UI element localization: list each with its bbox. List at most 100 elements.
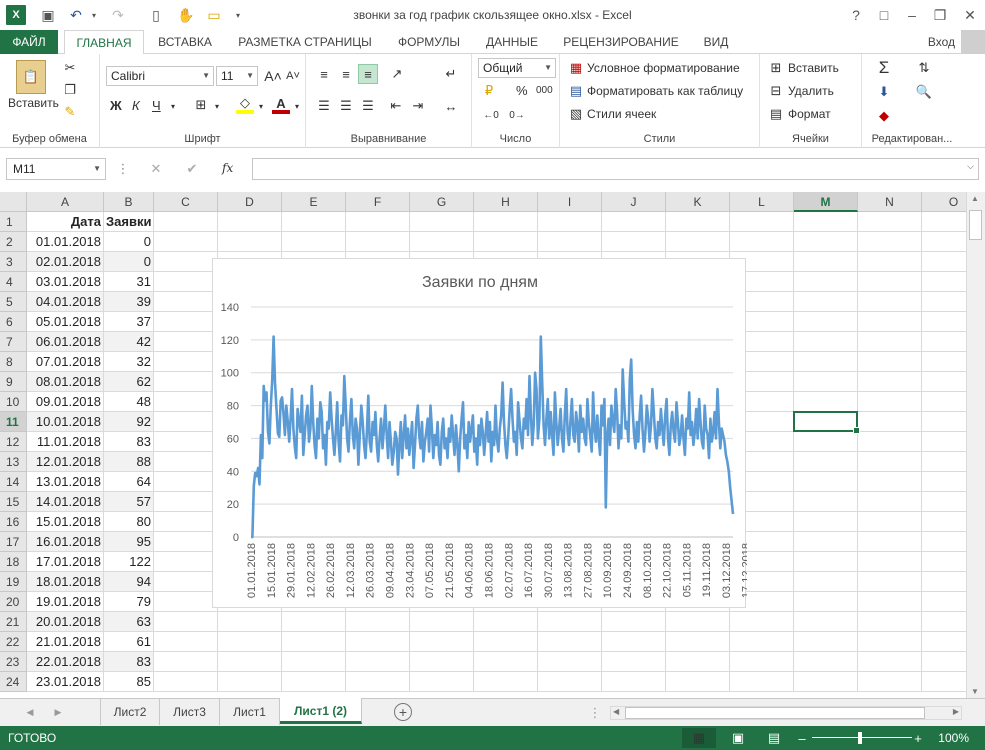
cell-b7[interactable]: 42	[104, 332, 154, 352]
zoom-level[interactable]: 100%	[938, 731, 969, 745]
align-top-icon[interactable]: ≡	[314, 64, 334, 84]
cell-h21[interactable]	[474, 612, 538, 632]
orientation-icon[interactable]: ↗	[386, 64, 408, 84]
cell-n10[interactable]	[858, 392, 922, 412]
column-header-k[interactable]: K	[666, 192, 730, 212]
cell-a15[interactable]: 14.01.2018	[27, 492, 104, 512]
tab-view[interactable]: ВИД	[694, 30, 738, 54]
borders-icon[interactable]: ⊞	[192, 96, 210, 114]
cell-m18[interactable]	[794, 552, 858, 572]
row-header[interactable]: 17	[0, 532, 27, 552]
cell-e2[interactable]	[282, 232, 346, 252]
row-header[interactable]: 9	[0, 372, 27, 392]
row-header[interactable]: 15	[0, 492, 27, 512]
cell-f2[interactable]	[346, 232, 410, 252]
prev-sheet-icon[interactable]: ◀	[24, 704, 36, 720]
cell-b22[interactable]: 61	[104, 632, 154, 652]
cell-o7[interactable]	[922, 332, 966, 352]
cell-n23[interactable]	[858, 652, 922, 672]
cell-i22[interactable]	[538, 632, 602, 652]
cell-a16[interactable]: 15.01.2018	[27, 512, 104, 532]
cell-m6[interactable]	[794, 312, 858, 332]
font-color-icon[interactable]: A	[272, 96, 290, 114]
cell-g2[interactable]	[410, 232, 474, 252]
zoom-in-icon[interactable]: +	[912, 728, 924, 748]
column-header-l[interactable]: L	[730, 192, 794, 212]
copy-icon[interactable]: ❐	[62, 82, 78, 98]
row-header[interactable]: 20	[0, 592, 27, 612]
cell-a21[interactable]: 20.01.2018	[27, 612, 104, 632]
row-header[interactable]: 21	[0, 612, 27, 632]
cell-l21[interactable]	[730, 612, 794, 632]
cell-b14[interactable]: 64	[104, 472, 154, 492]
sheet-tab-list1-copy[interactable]: Лист1 (2)	[280, 698, 362, 724]
minimize-icon[interactable]: –	[898, 4, 926, 26]
row-header[interactable]: 1	[0, 212, 27, 232]
cell-a20[interactable]: 19.01.2018	[27, 592, 104, 612]
cell-m14[interactable]	[794, 472, 858, 492]
row-header[interactable]: 22	[0, 632, 27, 652]
row-header[interactable]: 13	[0, 452, 27, 472]
column-header-i[interactable]: I	[538, 192, 602, 212]
conditional-format-button[interactable]: Условное форматирование	[587, 61, 740, 75]
cell-c21[interactable]	[154, 612, 218, 632]
cell-n12[interactable]	[858, 432, 922, 452]
cell-e22[interactable]	[282, 632, 346, 652]
page-break-view-icon[interactable]: ▤	[764, 728, 784, 748]
cell-n1[interactable]	[858, 212, 922, 232]
cell-o9[interactable]	[922, 372, 966, 392]
cell-b17[interactable]: 95	[104, 532, 154, 552]
column-header-b[interactable]: B	[104, 192, 154, 212]
cell-m23[interactable]	[794, 652, 858, 672]
cell-a5[interactable]: 04.01.2018	[27, 292, 104, 312]
chart[interactable]: Заявки по дням 0 20 40 60 80 100 120 140 01.01.…	[212, 258, 747, 608]
cell-m4[interactable]	[794, 272, 858, 292]
ribbon-options-icon[interactable]: □	[870, 4, 898, 26]
cell-n18[interactable]	[858, 552, 922, 572]
cell-n4[interactable]	[858, 272, 922, 292]
clear-icon[interactable]: ◆	[874, 106, 894, 126]
cell-o14[interactable]	[922, 472, 966, 492]
restore-icon[interactable]: ❐	[926, 4, 954, 26]
cell-k22[interactable]	[666, 632, 730, 652]
help-button[interactable]: ?	[842, 4, 870, 26]
cell-a18[interactable]: 17.01.2018	[27, 552, 104, 572]
cell-n5[interactable]	[858, 292, 922, 312]
cell-c2[interactable]	[154, 232, 218, 252]
cell-d23[interactable]	[218, 652, 282, 672]
cell-o17[interactable]	[922, 532, 966, 552]
tab-home[interactable]: ГЛАВНАЯ	[64, 30, 144, 55]
underline-dropdown-icon[interactable]: ▾	[168, 98, 178, 114]
cell-m19[interactable]	[794, 572, 858, 592]
cell-o19[interactable]	[922, 572, 966, 592]
format-cells-button[interactable]: Формат	[788, 107, 831, 121]
currency-icon[interactable]: ₽	[478, 82, 500, 100]
cell-n11[interactable]	[858, 412, 922, 432]
cell-h2[interactable]	[474, 232, 538, 252]
cell-c6[interactable]	[154, 312, 218, 332]
cell-b11[interactable]: 92	[104, 412, 154, 432]
align-middle-icon[interactable]: ≡	[336, 64, 356, 84]
cell-n24[interactable]	[858, 672, 922, 692]
cell-a9[interactable]: 08.01.2018	[27, 372, 104, 392]
cell-a14[interactable]: 13.01.2018	[27, 472, 104, 492]
horizontal-scroll-thumb[interactable]	[625, 707, 925, 719]
cell-a19[interactable]: 18.01.2018	[27, 572, 104, 592]
cell-d22[interactable]	[218, 632, 282, 652]
cell-e1[interactable]	[282, 212, 346, 232]
row-header[interactable]: 16	[0, 512, 27, 532]
cell-m1[interactable]	[794, 212, 858, 232]
cell-o24[interactable]	[922, 672, 966, 692]
shrink-font-icon[interactable]: A˅	[284, 66, 302, 86]
cell-f21[interactable]	[346, 612, 410, 632]
cell-n14[interactable]	[858, 472, 922, 492]
insert-function-icon[interactable]: fx	[222, 161, 233, 175]
cell-o20[interactable]	[922, 592, 966, 612]
decrease-decimal-icon[interactable]: 0→	[506, 106, 528, 124]
cell-c10[interactable]	[154, 392, 218, 412]
align-bottom-icon[interactable]: ≡	[358, 64, 378, 84]
cell-b16[interactable]: 80	[104, 512, 154, 532]
next-sheet-icon[interactable]: ▶	[52, 704, 64, 720]
cell-o1[interactable]	[922, 212, 966, 232]
cell-a8[interactable]: 07.01.2018	[27, 352, 104, 372]
